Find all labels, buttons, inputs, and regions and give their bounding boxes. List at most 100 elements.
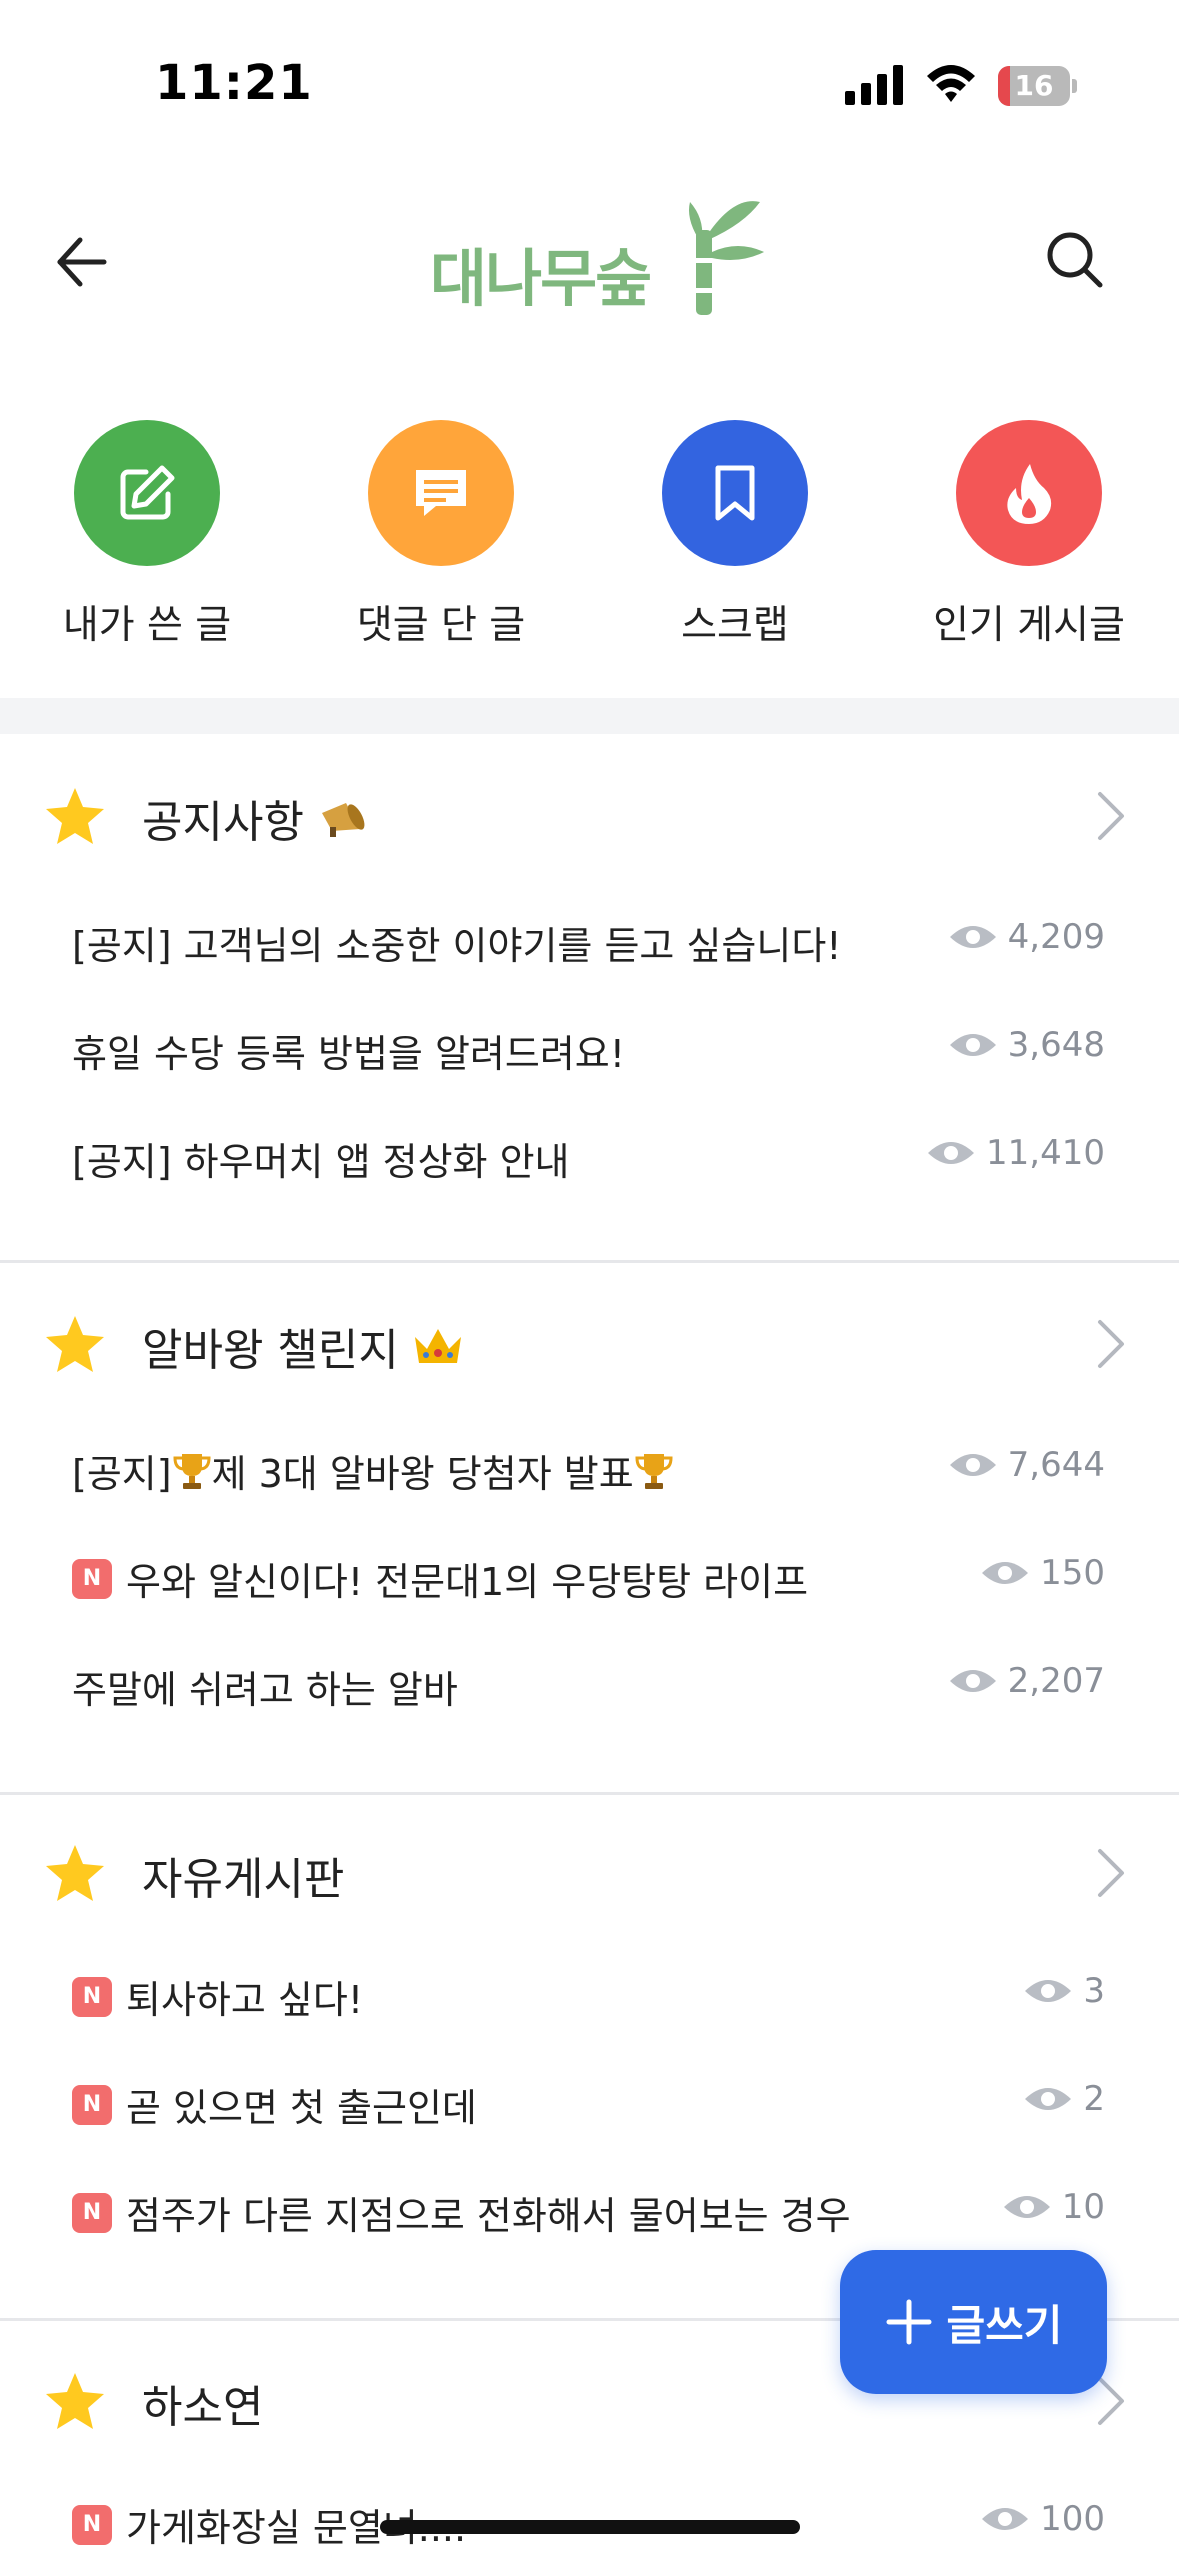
post-row[interactable]: [공지] 하우머치 앱 정상화 안내 11,410 — [0, 1119, 1179, 1199]
view-count: 2 — [1023, 2079, 1105, 2119]
view-count-value: 100 — [1040, 2499, 1105, 2539]
wifi-icon — [927, 65, 975, 102]
battery-level: 16 — [1014, 69, 1054, 102]
post-row[interactable]: [공지] 고객님의 소중한 이야기를 듣고 싶습니다! 4,209 — [0, 903, 1179, 983]
post-row[interactable]: N 퇴사하고 싶다! 3 — [0, 1957, 1179, 2037]
post-row[interactable]: N 점주가 다른 지점으로 전화해서 물어보는 경우 10 — [0, 2173, 1179, 2253]
board-header[interactable]: 알바왕 챌린지 — [0, 1288, 1179, 1398]
write-post-button[interactable]: 글쓰기 — [840, 2250, 1107, 2394]
board-challenge: 알바왕 챌린지 [공지] 제 3대 알바왕 당첨자 발표 7,644 N 우와 … — [0, 1288, 1179, 1793]
board-title: 공지사항 — [142, 797, 304, 848]
star-icon — [46, 2373, 104, 2429]
view-count-value: 10 — [1061, 2187, 1105, 2227]
post-title: 주말에 쉬려고 하는 알바 — [72, 1668, 458, 1712]
crown-icon — [414, 1329, 461, 1363]
eye-icon — [949, 1034, 996, 1056]
logo-text: 대나무숲 — [430, 242, 652, 315]
view-count: 4,209 — [948, 917, 1105, 957]
view-count: 3,648 — [948, 1025, 1105, 1065]
quick-scrap[interactable]: 스크랩 — [605, 420, 865, 660]
new-badge: N — [72, 2504, 112, 2545]
post-title: 점주가 다른 지점으로 전화해서 물어보는 경우 — [126, 2194, 851, 2238]
quick-label: 스크랩 — [681, 603, 789, 648]
back-button[interactable] — [40, 222, 120, 302]
view-count: 3 — [1023, 1971, 1105, 2011]
section-divider — [0, 1792, 1179, 1795]
write-button-label: 글쓰기 — [946, 2300, 1063, 2350]
section-divider — [0, 698, 1179, 734]
bamboo-forest-logo: 대나무숲 — [430, 200, 764, 320]
new-badge: N — [72, 1976, 112, 2017]
eye-icon — [982, 1562, 1029, 1584]
board-title: 하소연 — [142, 2382, 264, 2433]
bookmark-circle — [662, 420, 808, 566]
board-notice: 공지사항 [공지] 고객님의 소중한 이야기를 듣고 싶습니다! 4,209 휴… — [0, 760, 1179, 1260]
view-count: 100 — [980, 2499, 1105, 2539]
chevron-right-icon — [1098, 1320, 1124, 1368]
chevron-right-icon — [1098, 1849, 1124, 1897]
back-arrow-icon — [57, 237, 107, 287]
board-header[interactable]: 공지사항 — [0, 760, 1179, 870]
edit-icon — [120, 465, 175, 520]
board-title: 자유게시판 — [142, 1854, 345, 1905]
battery-indicator: 16 — [998, 66, 1077, 106]
post-title: 퇴사하고 싶다! — [126, 1978, 364, 2022]
view-count: 150 — [980, 1553, 1105, 1593]
home-indicator[interactable] — [380, 2520, 800, 2534]
view-count-value: 2,207 — [1007, 1661, 1105, 1701]
status-bar: 11:21 16 — [0, 0, 1179, 170]
view-count-value: 3,648 — [1007, 1025, 1105, 1065]
eye-icon — [1025, 1980, 1072, 2002]
view-count-value: 3 — [1083, 1971, 1105, 2011]
comment-icon — [416, 470, 466, 516]
post-row[interactable]: 주말에 쉬려고 하는 알바 2,207 — [0, 1647, 1179, 1727]
search-button[interactable] — [1035, 220, 1115, 300]
board-title: 알바왕 챌린지 — [142, 1325, 399, 1376]
post-title: [공지] 고객님의 소중한 이야기를 듣고 싶습니다! — [72, 924, 842, 968]
view-count: 11,410 — [926, 1133, 1105, 1173]
quick-label: 인기 게시글 — [933, 603, 1125, 648]
eye-icon — [928, 1142, 975, 1164]
star-icon — [46, 1316, 104, 1372]
quick-popular-posts[interactable]: 인기 게시글 — [899, 420, 1159, 660]
post-title: [공지] 하우머치 앱 정상화 안내 — [72, 1140, 570, 1184]
comment-circle — [368, 420, 514, 566]
view-count-value: 150 — [1040, 1553, 1105, 1593]
post-title: 휴일 수당 등록 방법을 알려드려요! — [72, 1032, 625, 1076]
post-row[interactable]: 휴일 수당 등록 방법을 알려드려요! 3,648 — [0, 1011, 1179, 1091]
fire-circle — [956, 420, 1102, 566]
app-header: 대나무숲 — [0, 180, 1179, 340]
view-count: 2,207 — [948, 1661, 1105, 1701]
quick-actions: 내가 쓴 글 댓글 단 글 스크랩 인기 게시글 — [0, 420, 1179, 660]
bamboo-icon — [689, 201, 764, 315]
view-count-value: 2 — [1083, 2079, 1105, 2119]
star-icon — [46, 1845, 104, 1901]
edit-circle — [74, 420, 220, 566]
quick-commented-posts[interactable]: 댓글 단 글 — [311, 420, 571, 660]
view-count-value: 4,209 — [1007, 917, 1105, 957]
post-row[interactable]: N 우와 알신이다! 전문대1의 우당탕탕 라이프 150 — [0, 1539, 1179, 1619]
post-row[interactable]: [공지] 제 3대 알바왕 당첨자 발표 7,644 — [0, 1431, 1179, 1511]
fire-icon — [1007, 464, 1052, 524]
new-badge: N — [72, 1558, 112, 1599]
post-title: 우와 알신이다! 전문대1의 우당탕탕 라이프 — [126, 1560, 809, 1604]
cellular-signal-icon — [845, 65, 903, 105]
trophy-icon — [635, 1453, 673, 1489]
post-title-prefix: [공지] — [72, 1452, 172, 1496]
status-time: 11:21 — [155, 55, 313, 111]
quick-my-posts[interactable]: 내가 쓴 글 — [17, 420, 277, 660]
quick-label: 댓글 단 글 — [356, 603, 526, 648]
eye-icon — [949, 1670, 996, 1692]
star-icon — [46, 788, 104, 844]
post-row[interactable]: N 곧 있으면 첫 출근인데 2 — [0, 2065, 1179, 2145]
eye-icon — [949, 1454, 996, 1476]
view-count: 10 — [1002, 2187, 1105, 2227]
megaphone-icon — [321, 803, 365, 837]
post-title: 제 3대 알바왕 당첨자 발표 — [211, 1452, 634, 1496]
view-count: 7,644 — [948, 1445, 1105, 1485]
new-badge: N — [72, 2192, 112, 2233]
quick-label: 내가 쓴 글 — [62, 603, 232, 648]
eye-icon — [982, 2508, 1029, 2530]
plus-icon — [886, 2299, 932, 2345]
board-header[interactable]: 자유게시판 — [0, 1817, 1179, 1927]
